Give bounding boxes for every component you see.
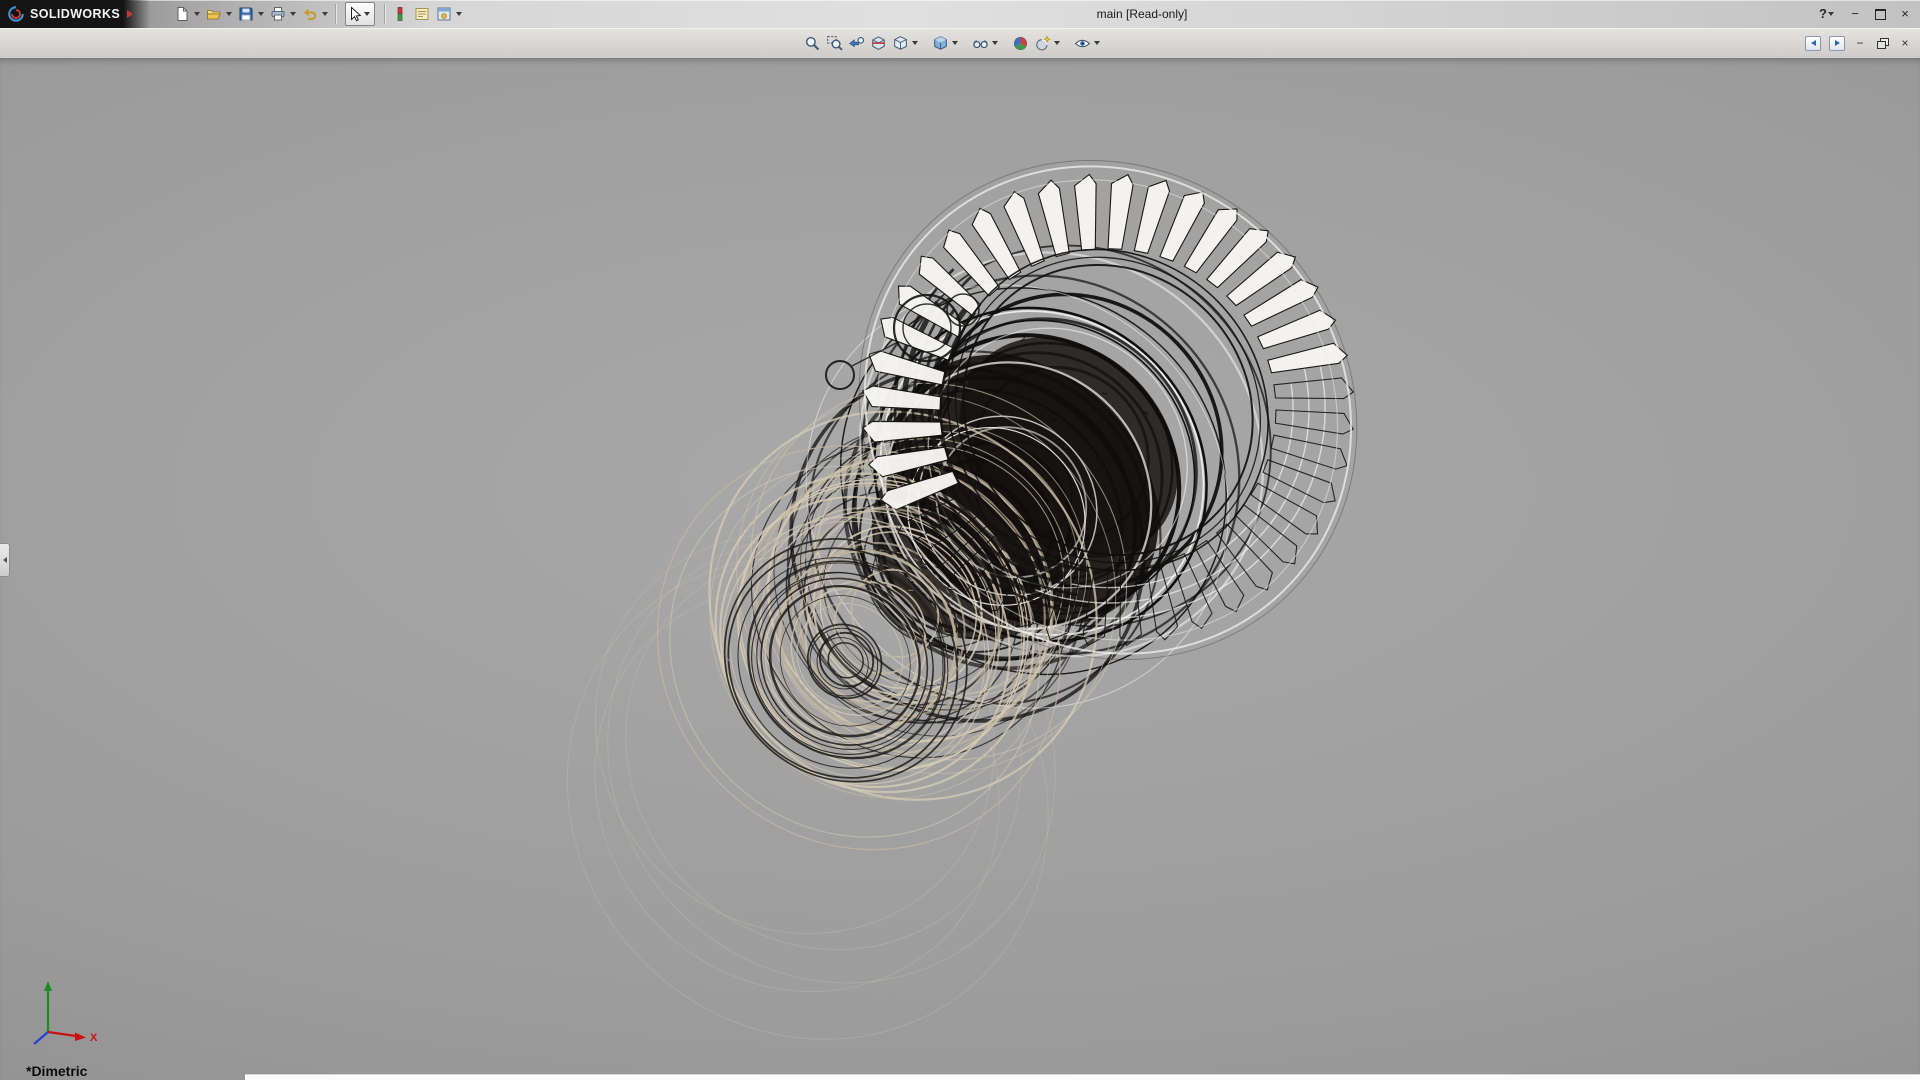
new-document-icon <box>174 6 190 22</box>
doc-nav-forward-button[interactable] <box>1829 36 1845 51</box>
dassault-systemes-logo-icon <box>7 5 25 23</box>
hide-show-items-icon <box>972 35 989 52</box>
zoom-to-area-button[interactable] <box>823 32 845 54</box>
graphics-area[interactable]: X *Dimetric <box>0 58 1920 1080</box>
help-dropdown-icon <box>1828 12 1834 16</box>
title-bar: SOLIDWORKS <box>0 0 1920 29</box>
edit-appearance-icon <box>1012 35 1029 52</box>
appearances-icon <box>436 6 452 22</box>
feature-manager-splitter[interactable] <box>0 543 10 577</box>
collapse-panel-icon <box>3 557 7 563</box>
undo-button[interactable] <box>299 3 321 25</box>
apply-scene-button[interactable] <box>1031 32 1053 54</box>
undo-dropdown[interactable] <box>322 12 328 16</box>
select-button[interactable] <box>345 2 375 26</box>
print-button[interactable] <box>267 3 289 25</box>
doc-restore-button[interactable] <box>1875 37 1890 50</box>
view-orientation-icon <box>892 35 909 52</box>
hide-show-items-button[interactable] <box>969 32 991 54</box>
brand-arrow-icon <box>127 10 133 18</box>
print-dropdown[interactable] <box>290 12 296 16</box>
options-button[interactable] <box>411 3 433 25</box>
open-dropdown[interactable] <box>226 12 232 16</box>
section-view-button[interactable] <box>867 32 889 54</box>
zoom-to-area-icon <box>826 35 843 52</box>
options-icon <box>414 6 430 22</box>
new-document-button[interactable] <box>171 3 193 25</box>
save-floppy-icon <box>238 6 254 22</box>
view-orientation-button[interactable] <box>889 32 911 54</box>
help-button[interactable]: ? <box>1819 6 1837 22</box>
select-dropdown[interactable] <box>364 12 370 16</box>
appearances-button[interactable] <box>433 3 455 25</box>
open-folder-icon <box>206 6 222 22</box>
help-glyph: ? <box>1819 6 1827 22</box>
undo-arrow-icon <box>302 6 318 22</box>
nav-forward-icon <box>1835 40 1840 46</box>
edit-appearance-button[interactable] <box>1009 32 1031 54</box>
print-icon <box>270 6 286 22</box>
maximize-icon <box>1875 9 1886 20</box>
view-settings-eye-icon <box>1074 35 1091 52</box>
view-orientation-dropdown[interactable] <box>912 41 918 45</box>
zoom-to-fit-icon <box>804 35 821 52</box>
triad-z-axis <box>34 1032 48 1044</box>
toolbar-separator <box>384 4 385 24</box>
doc-minimize-button[interactable]: − <box>1853 36 1867 50</box>
toolbar-separator <box>335 4 336 24</box>
selection-filter-icon <box>392 6 408 22</box>
restore-icon <box>1877 41 1886 49</box>
section-view-icon <box>870 35 887 52</box>
new-document-dropdown[interactable] <box>194 12 200 16</box>
doc-nav-back-button[interactable] <box>1805 36 1821 51</box>
save-dropdown[interactable] <box>258 12 264 16</box>
minimize-button[interactable]: − <box>1848 6 1862 22</box>
hide-show-items-dropdown[interactable] <box>992 41 998 45</box>
view-settings-dropdown[interactable] <box>1094 41 1100 45</box>
previous-view-button[interactable] <box>845 32 867 54</box>
view-orientation-label: *Dimetric <box>26 1063 87 1079</box>
zoom-to-fit-button[interactable] <box>801 32 823 54</box>
open-button[interactable] <box>203 3 225 25</box>
document-window-controls: − × <box>1805 28 1912 58</box>
appearances-dropdown[interactable] <box>456 12 462 16</box>
window-controls: ? − × <box>1819 0 1912 28</box>
heads-up-toolbar <box>801 28 1103 58</box>
app-brand: SOLIDWORKS <box>0 0 150 28</box>
window-title: main [Read-only] <box>1097 0 1188 28</box>
view-toolbar-row: − × <box>0 28 1920 59</box>
triad-x-label: X <box>90 1032 98 1044</box>
triad-x-axis <box>75 1033 86 1042</box>
engine-wireframe-model[interactable] <box>0 58 1920 1080</box>
display-style-icon <box>932 35 949 52</box>
doc-close-button[interactable]: × <box>1898 36 1912 50</box>
display-style-dropdown[interactable] <box>952 41 958 45</box>
select-cursor-icon <box>347 6 363 22</box>
maximize-button[interactable] <box>1873 9 1887 20</box>
apply-scene-icon <box>1034 35 1051 52</box>
display-style-button[interactable] <box>929 32 951 54</box>
selection-filter-button[interactable] <box>389 3 411 25</box>
close-button[interactable]: × <box>1898 6 1912 22</box>
save-button[interactable] <box>235 3 257 25</box>
brand-text: SOLIDWORKS <box>30 7 120 21</box>
orientation-triad: X <box>14 970 109 1054</box>
previous-view-icon <box>848 35 865 52</box>
view-settings-button[interactable] <box>1071 32 1093 54</box>
status-strip <box>245 1074 1920 1080</box>
nav-back-icon <box>1811 40 1816 46</box>
main-toolbar <box>171 0 465 28</box>
triad-y-axis <box>44 981 52 991</box>
apply-scene-dropdown[interactable] <box>1054 41 1060 45</box>
